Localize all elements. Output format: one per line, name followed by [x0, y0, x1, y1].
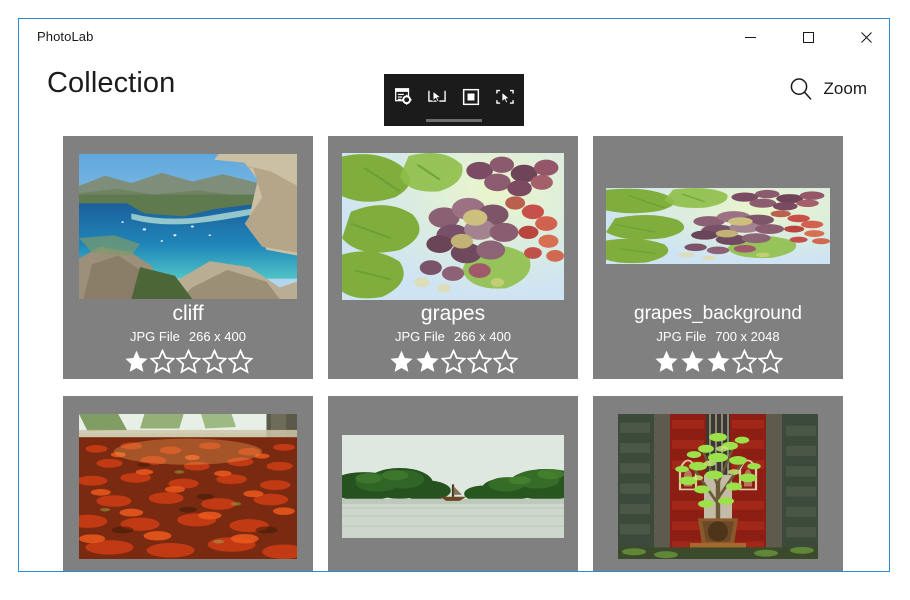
star-empty-icon: [150, 349, 175, 374]
star-empty-icon: [758, 349, 783, 374]
select-region-button[interactable]: [490, 82, 521, 113]
photo-card[interactable]: cliff JPG File 266 x 400: [63, 136, 313, 379]
temple-tree-photo: [618, 414, 818, 559]
photo-dimensions: 266 x 400: [189, 329, 246, 344]
photo-caption: cliff JPG File 266 x 400: [63, 301, 313, 374]
star-empty-icon: [467, 349, 492, 374]
cliff-coast-photo: [79, 154, 297, 299]
photo-meta: JPG File 266 x 400: [328, 327, 578, 347]
photo-card[interactable]: grapes_background JPG File 700 x 2048: [593, 136, 843, 379]
photo-gallery[interactable]: cliff JPG File 266 x 400: [19, 127, 889, 572]
page-title: Collection: [47, 67, 175, 100]
select-item-button[interactable]: [422, 82, 453, 113]
photo-card[interactable]: [593, 396, 843, 572]
photo-caption: grapes JPG File 266 x 400: [328, 301, 578, 374]
photo-dimensions: 266 x 400: [454, 329, 511, 344]
photo-thumbnail[interactable]: [328, 151, 578, 301]
photo-file-type: JPG File: [130, 329, 180, 344]
star-empty-icon: [176, 349, 201, 374]
title-bar: PhotoLab: [19, 19, 889, 55]
close-icon: [860, 31, 873, 44]
star-filled-icon: [124, 349, 149, 374]
photo-file-type: JPG File: [656, 329, 706, 344]
command-bar-icons: [388, 74, 521, 117]
command-bar: [384, 74, 524, 126]
river-mangrove-photo: [342, 435, 564, 538]
photo-thumbnail[interactable]: [593, 151, 843, 301]
star-empty-icon: [732, 349, 757, 374]
photo-meta: JPG File 266 x 400: [63, 327, 313, 347]
photo-card[interactable]: [328, 396, 578, 572]
minimize-icon: [744, 31, 757, 44]
zoom-label: Zoom: [824, 79, 867, 99]
photo-thumbnail[interactable]: [63, 411, 313, 561]
command-bar-drag-handle[interactable]: [426, 119, 482, 122]
minimize-button[interactable]: [727, 19, 773, 55]
star-filled-icon: [389, 349, 414, 374]
app-window: PhotoLab Collection: [18, 18, 890, 572]
photo-thumbnail[interactable]: [63, 151, 313, 301]
photo-card[interactable]: grapes JPG File 266 x 400: [328, 136, 578, 379]
photo-file-type: JPG File: [395, 329, 445, 344]
star-empty-icon: [202, 349, 227, 374]
photo-name: grapes: [328, 301, 578, 327]
star-filled-icon: [680, 349, 705, 374]
header: Collection: [19, 55, 889, 127]
grapes-vine-photo: [342, 153, 564, 300]
photo-rating[interactable]: [593, 349, 843, 374]
photo-grid: cliff JPG File 266 x 400: [63, 136, 843, 572]
pointer-crop-icon: [494, 86, 516, 108]
photo-thumbnail[interactable]: [328, 411, 578, 561]
search-icon: [787, 75, 815, 103]
window-title: PhotoLab: [37, 29, 93, 44]
star-filled-icon: [706, 349, 731, 374]
grapes-wide-photo: [606, 188, 830, 264]
photo-name: cliff: [63, 301, 313, 327]
photo-name: grapes_background: [593, 301, 843, 327]
star-empty-icon: [228, 349, 253, 374]
select-frame-button[interactable]: [456, 82, 487, 113]
photo-dimensions: 700 x 2048: [715, 329, 779, 344]
star-filled-icon: [654, 349, 679, 374]
star-filled-icon: [415, 349, 440, 374]
zoom-button[interactable]: Zoom: [787, 75, 867, 103]
photo-caption: grapes_background JPG File 700 x 2048: [593, 301, 843, 374]
pointer-frame-icon: [426, 86, 448, 108]
photo-thumbnail[interactable]: [593, 411, 843, 561]
red-leaves-photo: [79, 414, 297, 559]
star-empty-icon: [441, 349, 466, 374]
square-in-square-icon: [460, 86, 482, 108]
star-empty-icon: [493, 349, 518, 374]
photo-meta: JPG File 700 x 2048: [593, 327, 843, 347]
photo-rating[interactable]: [63, 349, 313, 374]
close-button[interactable]: [843, 19, 889, 55]
maximize-button[interactable]: [785, 19, 831, 55]
photo-card[interactable]: [63, 396, 313, 572]
photo-rating[interactable]: [328, 349, 578, 374]
list-settings-icon: [392, 86, 414, 108]
properties-settings-button[interactable]: [388, 82, 419, 113]
maximize-icon: [802, 31, 815, 44]
